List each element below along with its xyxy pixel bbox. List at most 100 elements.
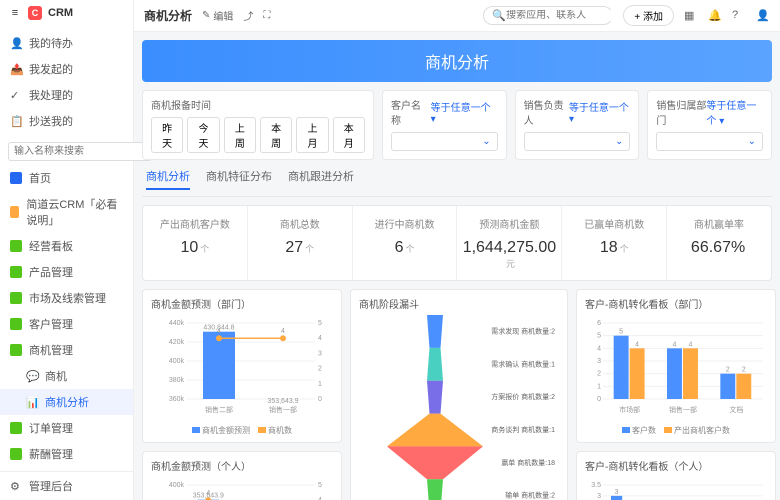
avatar[interactable]: 👤 [756, 9, 770, 23]
svg-text:需求确认 商机数量:1: 需求确认 商机数量:1 [491, 359, 555, 368]
tab-2[interactable]: 商机跟进分析 [288, 168, 354, 190]
filter-link-2[interactable]: 等于任意一个 ▾ [706, 97, 763, 127]
time-btn-3[interactable]: 本周 [260, 117, 292, 153]
svg-text:2: 2 [597, 371, 601, 378]
time-btn-1[interactable]: 今天 [187, 117, 219, 153]
nav-0[interactable]: 首页 [0, 165, 133, 191]
my-item-1[interactable]: 📤我发起的 [0, 56, 133, 82]
svg-text:5: 5 [597, 333, 601, 340]
app-name: CRM [48, 7, 73, 19]
svg-text:4: 4 [281, 328, 285, 335]
svg-text:4: 4 [206, 490, 210, 497]
svg-text:销售二部: 销售二部 [205, 405, 233, 414]
filter-link-1[interactable]: 等于任意一个 ▾ [569, 97, 630, 127]
nav-2[interactable]: 经营看板 [0, 233, 133, 259]
svg-text:5: 5 [318, 482, 322, 489]
time-btn-0[interactable]: 昨天 [151, 117, 183, 153]
svg-text:文档: 文档 [729, 405, 743, 414]
menu-icon[interactable]: ≡ [8, 6, 22, 20]
my-icon: 👤 [10, 37, 22, 49]
help-icon[interactable]: ? [732, 9, 746, 23]
share-icon[interactable]: ⤴ [243, 8, 253, 23]
page-title: 商机分析 [144, 7, 192, 24]
time-btn-4[interactable]: 上月 [296, 117, 328, 153]
nav-icon [10, 266, 22, 278]
filter-link-0[interactable]: 等于任意一个 ▾ [431, 97, 498, 127]
nav-3[interactable]: 产品管理 [0, 259, 133, 285]
kpi-3: 预测商机金额1,644,275.00元 [457, 206, 562, 280]
my-item-3[interactable]: 📋抄送我的 [0, 108, 133, 134]
svg-text:420k: 420k [169, 339, 185, 346]
svg-text:4: 4 [597, 345, 601, 352]
nav-9[interactable]: 订单管理 [0, 415, 133, 441]
time-btn-2[interactable]: 上周 [224, 117, 256, 153]
nav-icon [10, 448, 22, 460]
svg-text:1: 1 [318, 381, 322, 388]
banner: 商机分析 [142, 40, 772, 82]
sidebar-search-input[interactable] [8, 142, 152, 161]
nav-6[interactable]: 商机管理 [0, 337, 133, 363]
nav-1[interactable]: 简道云CRM「必看说明」 [0, 191, 133, 233]
svg-text:4: 4 [673, 341, 677, 348]
apps-icon[interactable]: ▦ [684, 9, 698, 23]
my-item-0[interactable]: 👤我的待办 [0, 30, 133, 56]
svg-text:销售一部: 销售一部 [269, 405, 297, 414]
tab-1[interactable]: 商机特征分布 [206, 168, 272, 190]
svg-text:赢单 商机数量:18: 赢单 商机数量:18 [501, 458, 555, 467]
kpi-0: 产出商机客户数10个 [143, 206, 248, 280]
add-button[interactable]: + 添加 [623, 5, 674, 26]
svg-text:0: 0 [597, 396, 601, 403]
nav-5[interactable]: 客户管理 [0, 311, 133, 337]
filter-select-2[interactable]: ⌄ [656, 132, 763, 151]
chart-person-forecast: 商机金额预测（个人） 160k220k280k340k400k张蓉刘玉信卢璐波3… [142, 451, 342, 500]
svg-text:3: 3 [597, 358, 601, 365]
nav-8[interactable]: 📊商机分析 [0, 389, 133, 415]
nav-4[interactable]: 市场及线索管理 [0, 285, 133, 311]
nav-icon [10, 318, 22, 330]
global-search[interactable]: 🔍 [483, 6, 613, 25]
my-icon: 📤 [10, 63, 22, 75]
svg-text:353,643.9: 353,643.9 [267, 398, 298, 405]
tab-0[interactable]: 商机分析 [146, 168, 190, 190]
filter-select-0[interactable]: ⌄ [391, 132, 498, 151]
svg-text:400k: 400k [169, 482, 185, 489]
chart-dept-conversion: 客户-商机转化看板（部门） 0123456市场部54销售一部44文档22 客户数… [576, 289, 776, 443]
nav-icon [10, 344, 22, 356]
kpi-4: 已赢单商机数18个 [562, 206, 667, 280]
global-search-input[interactable] [506, 10, 638, 21]
svg-text:商务谈判 商机数量:1: 商务谈判 商机数量:1 [491, 425, 555, 434]
svg-text:5: 5 [619, 329, 623, 336]
nav-icon [10, 206, 19, 218]
nav-icon: 📊 [26, 396, 38, 408]
app-icon: C [28, 6, 42, 20]
my-item-2[interactable]: ✓我处理的 [0, 82, 133, 108]
admin-link[interactable]: ⚙ 管理后台 [0, 471, 133, 500]
fullscreen-icon[interactable]: ⛶ [263, 10, 270, 21]
svg-text:3: 3 [318, 350, 322, 357]
filter-select-1[interactable]: ⌄ [524, 132, 631, 151]
nav-icon [10, 172, 22, 184]
filter-2: 销售归属部门等于任意一个 ▾⌄ [647, 90, 772, 160]
nav-icon [10, 422, 22, 434]
nav-icon [10, 292, 22, 304]
filter-1: 销售负责人等于任意一个 ▾⌄ [515, 90, 640, 160]
nav-10[interactable]: 薪酬管理 [0, 441, 133, 467]
svg-text:6: 6 [597, 320, 601, 327]
search-icon: 🔍 [492, 9, 506, 22]
svg-text:2: 2 [742, 367, 746, 374]
svg-text:3: 3 [597, 493, 601, 500]
svg-text:5: 5 [318, 320, 322, 327]
svg-text:4: 4 [689, 341, 693, 348]
time-btn-5[interactable]: 本月 [333, 117, 365, 153]
svg-text:方案报价 商机数量:2: 方案报价 商机数量:2 [491, 392, 555, 401]
kpi-5: 商机赢单率66.67% [667, 206, 771, 280]
svg-text:3: 3 [615, 489, 619, 496]
nav-7[interactable]: 💬商机 [0, 363, 133, 389]
edit-button[interactable]: ✎ 编辑 [202, 8, 233, 23]
bell-icon[interactable]: 🔔 [708, 9, 722, 23]
filter-0: 客户名称等于任意一个 ▾⌄ [382, 90, 507, 160]
kpi-2: 进行中商机数6个 [353, 206, 458, 280]
svg-text:3.5: 3.5 [591, 482, 601, 489]
svg-text:4: 4 [318, 335, 322, 342]
svg-text:400k: 400k [169, 358, 185, 365]
